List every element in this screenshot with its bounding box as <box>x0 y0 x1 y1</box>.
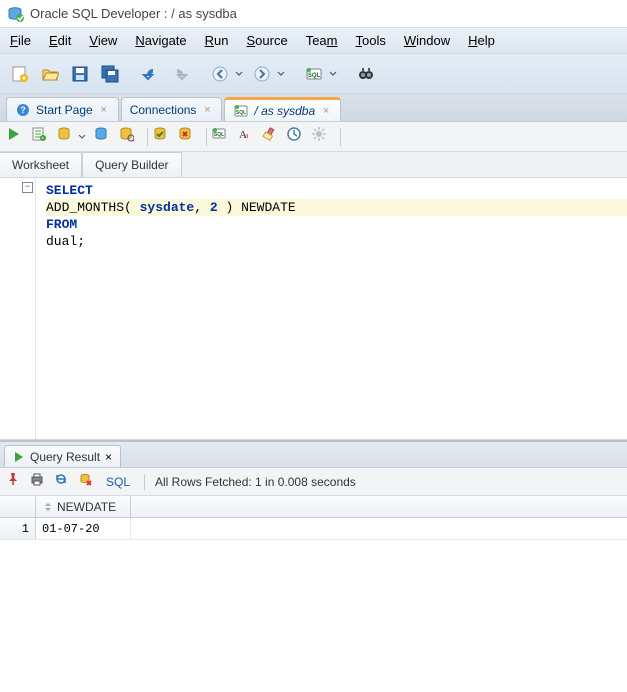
worksheet-toolbar: SQL Aa <box>0 122 627 152</box>
menubar: File Edit View Navigate Run Source Team … <box>0 28 627 54</box>
tab-query-result[interactable]: Query Result × <box>4 445 121 467</box>
result-grid: NEWDATE 1 01-07-20 <box>0 496 627 540</box>
row-number: 1 <box>0 518 36 539</box>
binoculars-button[interactable] <box>354 62 378 86</box>
sql-worksheet-dropdown[interactable] <box>328 70 338 78</box>
window-title: Oracle SQL Developer : / as sysdba <box>30 6 237 21</box>
close-icon[interactable]: × <box>320 105 332 117</box>
svg-text:a: a <box>245 131 249 140</box>
svg-text:SQL: SQL <box>214 132 224 138</box>
menu-run[interactable]: Run <box>205 33 229 48</box>
func: ADD_MONTHS <box>46 200 124 215</box>
forward-button[interactable] <box>250 62 274 86</box>
keyword-select: SELECT <box>46 183 93 198</box>
results-toolbar: SQL All Rows Fetched: 1 in 0.008 seconds <box>0 468 627 496</box>
menu-source[interactable]: Source <box>247 33 288 48</box>
forward-dropdown[interactable] <box>276 70 286 78</box>
print-button[interactable] <box>30 472 50 492</box>
arg-num: 2 <box>210 200 218 215</box>
menu-help[interactable]: Help <box>468 33 495 48</box>
back-dropdown[interactable] <box>234 70 244 78</box>
commit-button[interactable] <box>152 126 174 148</box>
svg-text:?: ? <box>20 105 26 115</box>
close-icon[interactable]: × <box>105 450 112 464</box>
tab-label: / as sysdba <box>254 104 315 118</box>
autotrace-button[interactable] <box>93 126 115 148</box>
tab-as-sysdba[interactable]: SQL / as sysdba × <box>224 97 341 121</box>
titlebar: Oracle SQL Developer : / as sysdba <box>0 0 627 28</box>
rownum-header[interactable] <box>0 496 36 517</box>
column-header-newdate[interactable]: NEWDATE <box>36 496 131 517</box>
save-button[interactable] <box>68 62 92 86</box>
menu-file[interactable]: File <box>10 33 31 48</box>
status-text: All Rows Fetched: 1 in 0.008 seconds <box>155 475 356 489</box>
subtab-worksheet[interactable]: Worksheet <box>0 152 82 177</box>
results-tabstrip: Query Result × <box>0 442 627 468</box>
play-icon <box>13 451 25 463</box>
tab-label: Connections <box>130 103 197 117</box>
explain-dropdown[interactable] <box>78 133 88 141</box>
tab-label: Query Result <box>30 450 100 464</box>
sql-tuning-button[interactable] <box>118 126 140 148</box>
grid-header: NEWDATE <box>0 496 627 518</box>
sql-worksheet-button[interactable]: SQL <box>302 62 326 86</box>
sql-editor[interactable]: − SELECT ADD_MONTHS( sysdate, 2 ) NEWDAT… <box>0 178 627 440</box>
alias: NEWDATE <box>241 200 296 215</box>
sql-file-icon: SQL <box>233 103 249 119</box>
svg-text:✦: ✦ <box>21 74 28 83</box>
run-button[interactable] <box>6 126 28 148</box>
fold-minus-icon[interactable]: − <box>22 182 33 193</box>
keyword-from: FROM <box>46 217 77 232</box>
editor-tabstrip: ? Start Page × Connections × SQL / as sy… <box>0 94 627 122</box>
run-script-button[interactable] <box>31 126 53 148</box>
menu-team[interactable]: Team <box>306 33 338 48</box>
subtab-query-builder[interactable]: Query Builder <box>82 152 181 177</box>
sql-link[interactable]: SQL <box>106 475 130 489</box>
delete-button[interactable] <box>78 472 98 492</box>
clear-button[interactable] <box>261 126 283 148</box>
tab-label: Start Page <box>36 103 93 117</box>
table-row[interactable]: 1 01-07-20 <box>0 518 627 540</box>
tab-connections[interactable]: Connections × <box>121 97 223 121</box>
editor-gutter: − <box>0 178 36 439</box>
column-label: NEWDATE <box>57 500 116 514</box>
pin-button[interactable] <box>6 472 26 492</box>
undo-button[interactable] <box>138 62 162 86</box>
close-icon[interactable]: × <box>201 104 213 116</box>
menu-tools[interactable]: Tools <box>356 33 386 48</box>
menu-window[interactable]: Window <box>404 33 450 48</box>
app-icon <box>6 5 24 23</box>
close-icon[interactable]: × <box>98 104 110 116</box>
refresh-button[interactable] <box>54 472 74 492</box>
to-upper-button[interactable]: Aa <box>236 126 258 148</box>
tab-start-page[interactable]: ? Start Page × <box>6 97 119 121</box>
svg-text:SQL: SQL <box>308 73 321 79</box>
arg-sysdate: sysdate <box>140 200 195 215</box>
menu-edit[interactable]: Edit <box>49 33 71 48</box>
unshared-worksheet-button[interactable]: SQL <box>211 126 233 148</box>
save-all-button[interactable] <box>98 62 122 86</box>
history-button[interactable] <box>286 126 308 148</box>
open-button[interactable] <box>38 62 62 86</box>
code-area[interactable]: SELECT ADD_MONTHS( sysdate, 2 ) NEWDATE … <box>0 178 627 250</box>
sort-icon <box>42 501 54 513</box>
rollback-button[interactable] <box>177 126 199 148</box>
help-icon: ? <box>15 102 31 118</box>
new-button[interactable]: ✦ <box>8 62 32 86</box>
subtabs: Worksheet Query Builder <box>0 152 627 178</box>
explain-plan-button[interactable] <box>56 126 78 148</box>
menu-navigate[interactable]: Navigate <box>135 33 186 48</box>
menu-view[interactable]: View <box>89 33 117 48</box>
back-button[interactable] <box>208 62 232 86</box>
cell-newdate[interactable]: 01-07-20 <box>36 518 131 539</box>
redo-button[interactable] <box>168 62 192 86</box>
main-toolbar: ✦ SQL <box>0 54 627 94</box>
settings-button[interactable] <box>311 126 333 148</box>
table-name: dual; <box>46 234 85 249</box>
svg-text:SQL: SQL <box>236 110 246 116</box>
